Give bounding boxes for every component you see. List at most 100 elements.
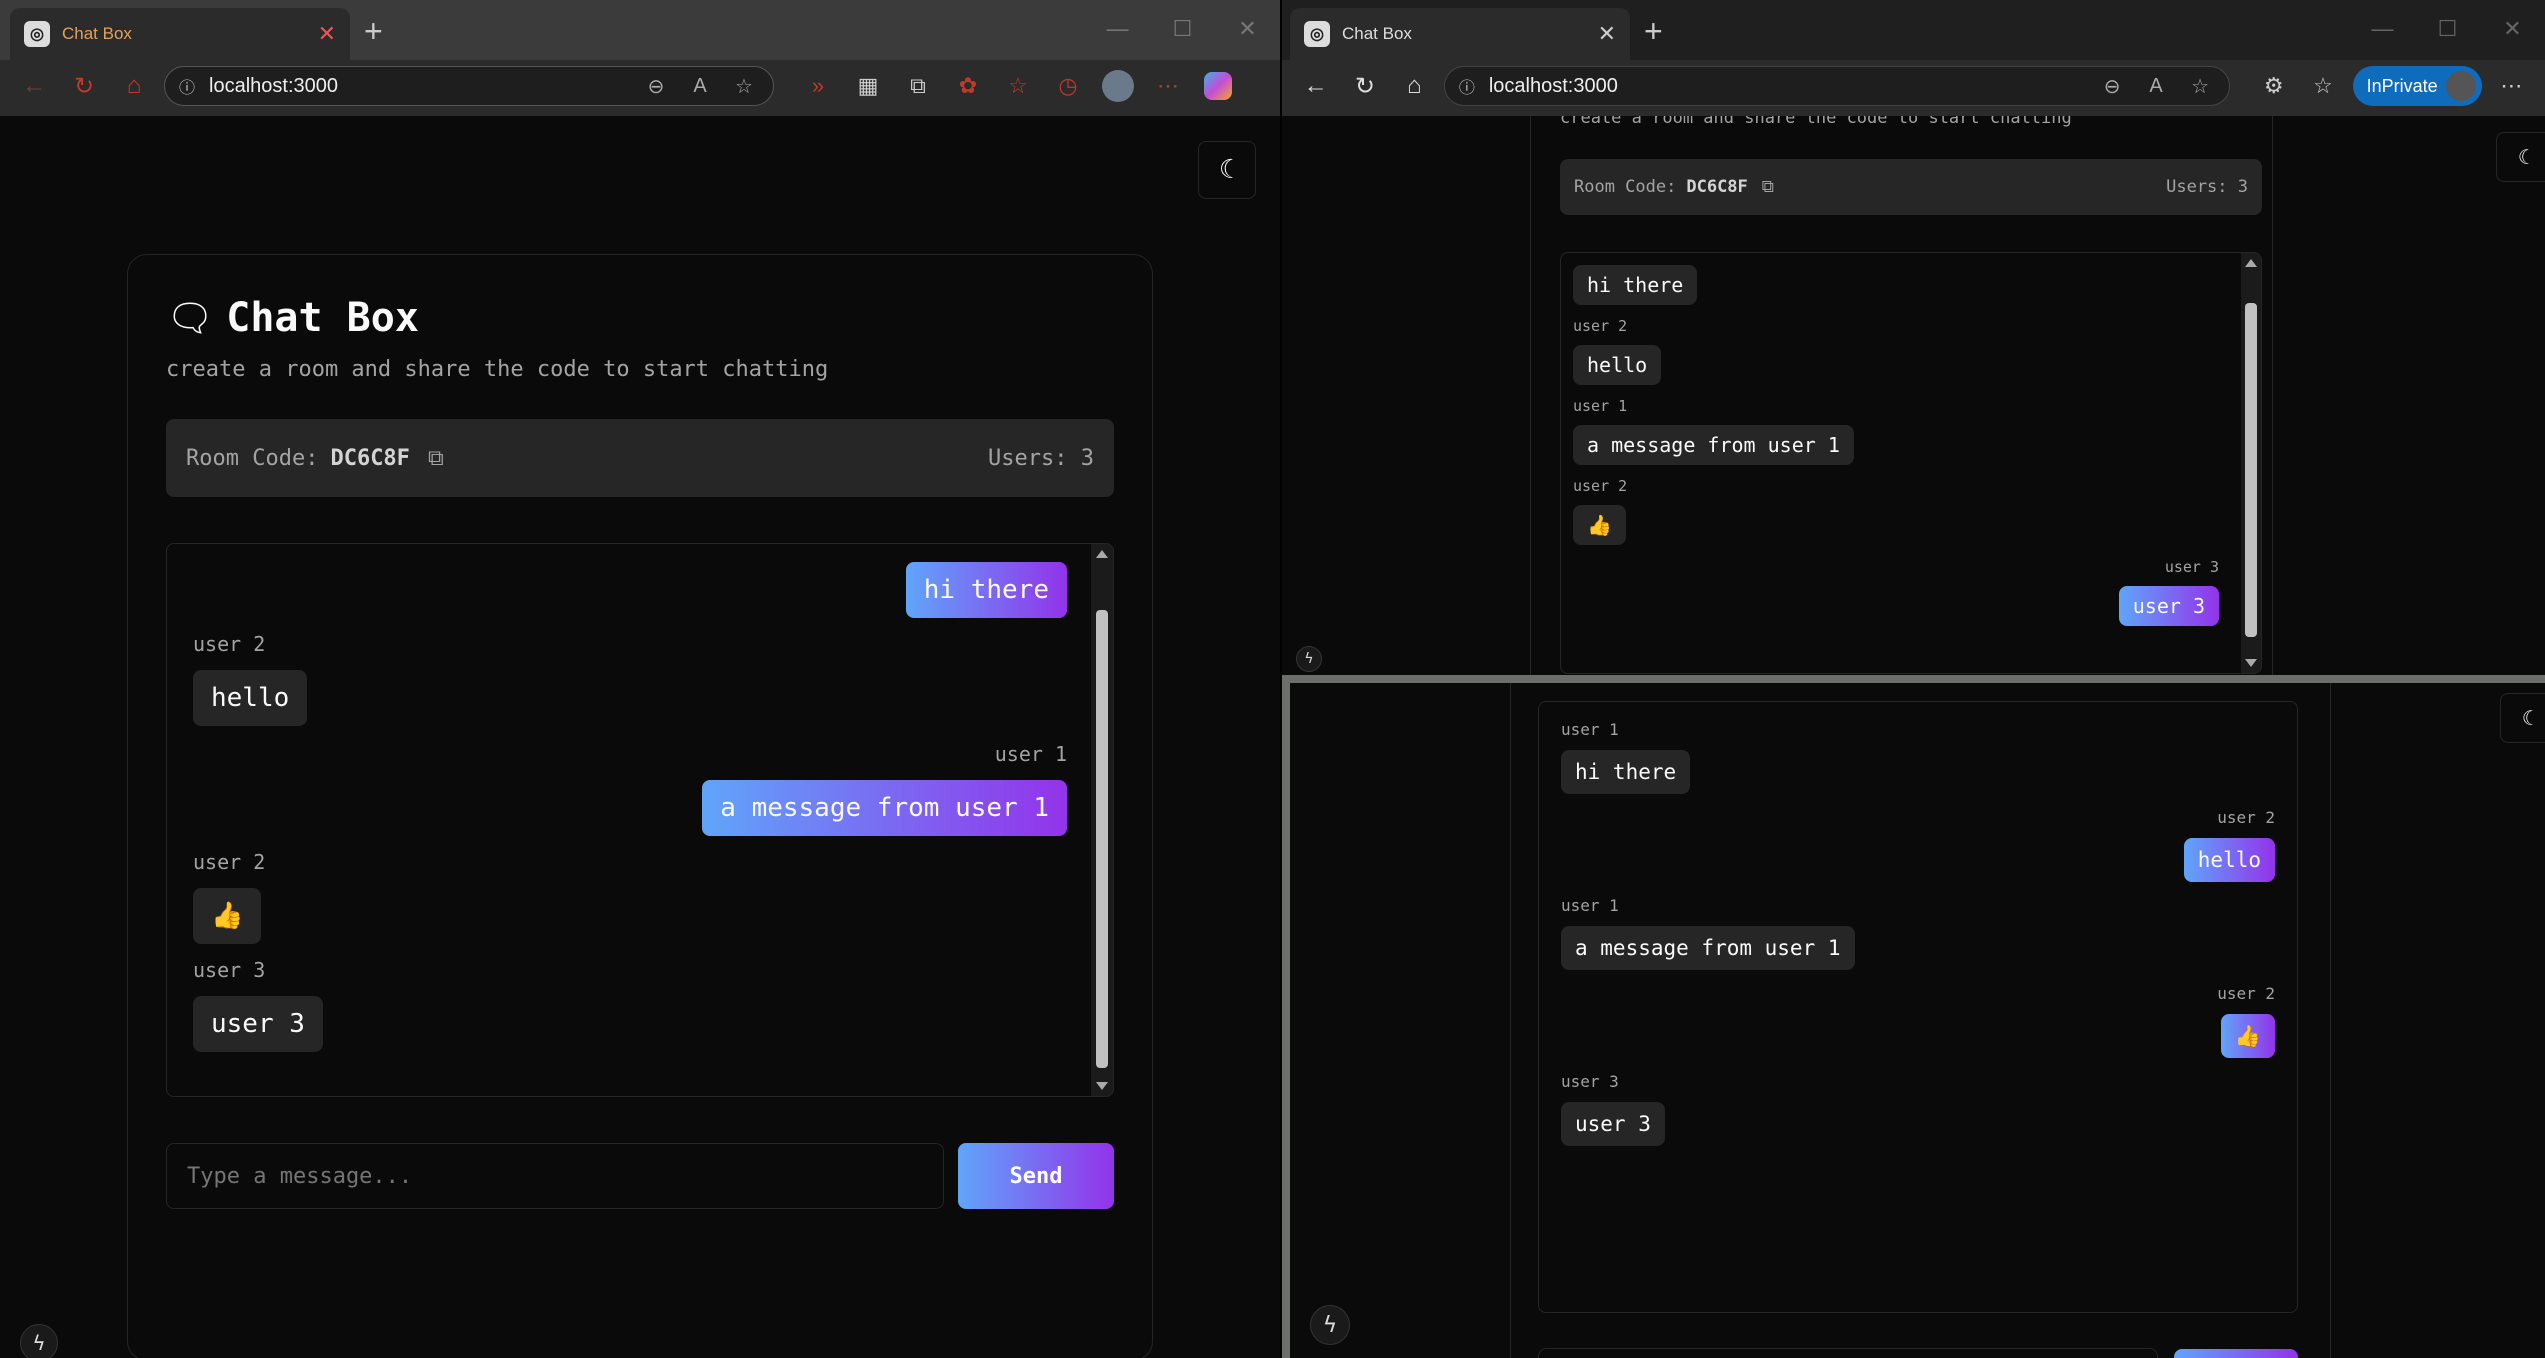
avatar[interactable] — [1098, 66, 1138, 106]
home-icon[interactable]: ⌂ — [1395, 66, 1434, 106]
browser-toolbar: ← ↻ ⌂ ⓘ localhost:3000 ⊖ A ☆ ⚙ ☆ InPriva… — [1282, 60, 2545, 112]
theme-toggle-moon-icon[interactable]: ☾ — [2500, 693, 2545, 743]
room-code: DC6C8F — [330, 445, 410, 471]
extension-icon[interactable]: » — [798, 66, 838, 106]
close-window-button[interactable]: ✕ — [2480, 6, 2545, 52]
close-tab-icon[interactable]: ✕ — [1598, 21, 1616, 47]
page-content: ☾ user 1 hi there user 2 hello user 1 a messa… — [1290, 683, 2545, 1358]
copy-icon[interactable]: ⧉ — [428, 446, 444, 471]
message-bubble: hi there — [1561, 750, 1691, 794]
avatar — [2445, 71, 2476, 101]
scroll-up-icon[interactable] — [2245, 259, 2257, 267]
message-bubble: a message from user 1 — [702, 780, 1067, 836]
scroll-down-icon[interactable] — [1096, 1082, 1108, 1090]
scrollbar[interactable] — [2241, 253, 2261, 673]
close-tab-icon[interactable]: ✕ — [318, 21, 336, 47]
back-icon[interactable]: ← — [1296, 66, 1335, 106]
message-bubble: user 3 — [193, 996, 323, 1052]
lightning-icon[interactable]: ϟ — [20, 1324, 58, 1358]
users-count: Users: 3 — [988, 445, 1094, 471]
home-icon[interactable]: ⌂ — [114, 66, 154, 106]
browser-window-left: ◎ Chat Box ✕ + — ☐ ✕ ← ↻ ⌂ ⓘ localhost:3… — [0, 0, 1280, 1358]
tab-title: Chat Box — [62, 24, 132, 43]
page-content: ☾ 🗨 Chat Box create a room and share the… — [0, 116, 1280, 1358]
page-content: create a room and share the code to star… — [1282, 116, 2545, 675]
back-icon[interactable]: ← — [14, 66, 54, 106]
info-icon[interactable]: ⓘ — [179, 74, 195, 98]
favorite-star-icon[interactable]: ☆ — [729, 74, 759, 99]
send-button[interactable]: Send — [958, 1143, 1114, 1209]
message-bubble: user 3 — [1561, 1102, 1665, 1146]
message-list[interactable]: user 1 hi there user 2 hello user 1 a message… — [1538, 701, 2298, 1313]
room-code-label: Room Code: — [1574, 177, 1677, 197]
url-text: localhost:3000 — [1488, 74, 1618, 97]
scroll-down-icon[interactable] — [2245, 659, 2257, 667]
info-icon[interactable]: ⓘ — [1459, 74, 1475, 98]
more-icon[interactable]: ⋯ — [2492, 66, 2531, 106]
read-aloud-icon[interactable]: A — [685, 75, 715, 98]
theme-toggle-moon-icon[interactable]: ☾ — [1198, 141, 1256, 199]
maximize-button[interactable]: ☐ — [1150, 6, 1215, 52]
scroll-thumb[interactable] — [1096, 610, 1108, 1068]
chat-favicon-icon: ◎ — [24, 21, 50, 47]
browser-tab[interactable]: ◎ Chat Box ✕ — [10, 8, 350, 60]
new-tab-button[interactable]: + — [364, 13, 383, 50]
chat-bubble-icon: 🗨 — [166, 295, 215, 340]
tab-title: Chat Box — [1342, 24, 1412, 43]
copy-icon[interactable]: ⧉ — [1762, 177, 1774, 197]
message-username: user 2 — [2217, 808, 2275, 827]
message-input[interactable] — [166, 1143, 944, 1209]
message-bubble: hello — [1573, 345, 1662, 385]
inprivate-badge[interactable]: InPrivate — [2352, 66, 2482, 106]
favorites-icon[interactable]: ☆ — [2303, 66, 2342, 106]
scrollbar[interactable] — [1091, 544, 1113, 1096]
copilot-icon[interactable] — [1198, 66, 1238, 106]
more-icon[interactable]: ⋯ — [1148, 66, 1188, 106]
minimize-button[interactable]: — — [1085, 6, 1150, 52]
message-username: user 2 — [2217, 984, 2275, 1003]
lightning-icon[interactable]: ϟ — [1296, 646, 1322, 672]
zoom-icon[interactable]: ⊖ — [641, 74, 671, 99]
message-username: user 3 — [193, 958, 266, 982]
message-list[interactable]: hi there user 2 hello user 1 a message from … — [1560, 252, 2262, 674]
message-bubble: 👍 — [193, 888, 262, 944]
refresh-icon[interactable]: ↻ — [1345, 66, 1384, 106]
new-tab-button[interactable]: + — [1644, 13, 1663, 50]
history-icon[interactable]: ◷ — [1048, 66, 1088, 106]
address-bar[interactable]: ⓘ localhost:3000 ⊖ A ☆ — [164, 66, 774, 106]
puzzle-icon[interactable]: ✿ — [948, 66, 988, 106]
qr-icon[interactable]: ▦ — [848, 66, 888, 106]
address-bar[interactable]: ⓘ localhost:3000 ⊖ A ☆ — [1443, 66, 2231, 106]
message-username: user 1 — [1561, 896, 1619, 915]
message-bubble: 👍 — [2220, 1014, 2275, 1058]
message-username: user 3 — [1561, 1072, 1619, 1091]
lightning-icon[interactable]: ϟ — [1310, 1305, 1350, 1345]
favorite-star-icon[interactable]: ☆ — [2185, 74, 2215, 99]
scroll-up-icon[interactable] — [1096, 550, 1108, 558]
scroll-thumb[interactable] — [2245, 303, 2257, 637]
message-bubble: user 3 — [2118, 586, 2219, 626]
page-title: 🗨 Chat Box — [166, 295, 419, 341]
favorites-icon[interactable]: ☆ — [998, 66, 1038, 106]
refresh-icon[interactable]: ↻ — [64, 66, 104, 106]
close-window-button[interactable]: ✕ — [1215, 6, 1280, 52]
extensions-icon[interactable]: ⚙ — [2254, 66, 2293, 106]
message-bubble: 👍 — [1573, 505, 1626, 545]
screen-icon[interactable]: ⧉ — [898, 66, 938, 106]
message-list[interactable]: hi there user 2 hello user 1 a message from … — [166, 543, 1114, 1097]
minimize-button[interactable]: — — [2350, 6, 2415, 52]
maximize-button[interactable]: ☐ — [2415, 6, 2480, 52]
page-subtitle: create a room and share the code to star… — [1560, 116, 2072, 128]
read-aloud-icon[interactable]: A — [2141, 75, 2171, 98]
theme-toggle-moon-icon[interactable]: ☾ — [2496, 132, 2545, 182]
chat-card: 🗨 Chat Box create a room and share the c… — [127, 254, 1153, 1358]
browser-window-bottom: ☾ user 1 hi there user 2 hello user 1 a messa… — [1282, 675, 2545, 1358]
browser-window-right: ◎ Chat Box ✕ + — ☐ ✕ ← ↻ ⌂ ⓘ localhost:3… — [1282, 0, 2545, 675]
message-bubble: hi there — [905, 562, 1067, 618]
message-username: user 1 — [1561, 720, 1619, 739]
message-bubble: hi there — [1573, 265, 1698, 305]
send-button-partial[interactable] — [2174, 1349, 2298, 1358]
message-bubble: hello — [193, 670, 308, 726]
browser-tab[interactable]: ◎ Chat Box ✕ — [1290, 8, 1630, 60]
zoom-icon[interactable]: ⊖ — [2097, 74, 2127, 99]
